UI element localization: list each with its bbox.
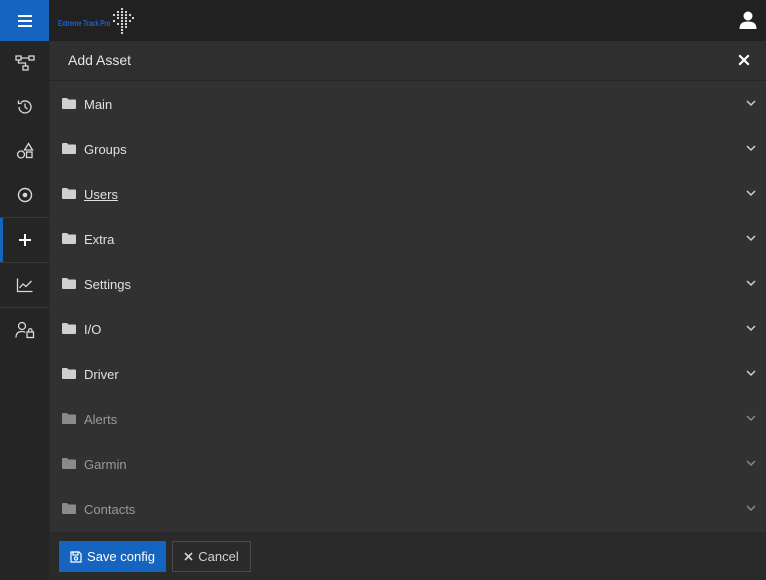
plus-icon <box>18 234 31 246</box>
folder-icon <box>62 323 76 334</box>
panel-header: Add Asset <box>50 41 766 81</box>
section-label: Groups <box>84 142 127 157</box>
chevron-down-icon <box>746 370 756 377</box>
close-icon <box>184 552 193 561</box>
section-label: Extra <box>84 232 115 247</box>
folder-icon <box>62 188 76 199</box>
user-lock-icon <box>14 321 34 339</box>
sidebar-item-user-access[interactable] <box>0 308 49 352</box>
section-alerts[interactable]: Alerts <box>50 396 766 441</box>
user-menu-button[interactable] <box>738 10 758 30</box>
panel-title: Add Asset <box>68 52 132 68</box>
app-root: Extreme Track Pro Add Asset Main Groups … <box>0 0 766 580</box>
section-extra[interactable]: Extra <box>50 216 766 261</box>
menu-button[interactable] <box>0 0 49 41</box>
chevron-down-icon <box>746 145 756 152</box>
folder-icon <box>62 368 76 379</box>
shapes-icon <box>16 142 34 159</box>
panel-footer: Save config Cancel <box>50 532 766 580</box>
folder-icon <box>62 233 76 244</box>
section-label: I/O <box>84 322 102 337</box>
folder-icon <box>62 503 76 514</box>
sidebar-item-target[interactable] <box>0 173 49 217</box>
chevron-down-icon <box>746 460 756 467</box>
chevron-down-icon <box>746 280 756 287</box>
chevron-down-icon <box>746 325 756 332</box>
section-label: Contacts <box>84 502 136 517</box>
section-list: Main Groups Users Extra Settings I/O Dri… <box>50 81 766 531</box>
chevron-down-icon <box>746 415 756 422</box>
section-groups[interactable]: Groups <box>50 126 766 171</box>
sidebar <box>0 41 49 580</box>
brand-logo[interactable]: Extreme Track Pro <box>58 6 138 36</box>
cancel-label: Cancel <box>198 549 239 564</box>
save-config-label: Save config <box>87 549 155 564</box>
network-icon <box>14 55 35 71</box>
user-icon <box>739 11 757 29</box>
cancel-button[interactable]: Cancel <box>172 541 251 572</box>
section-label: Main <box>84 97 113 112</box>
folder-icon <box>62 143 76 154</box>
floppy-disk-icon <box>70 550 82 563</box>
history-icon <box>17 100 32 114</box>
add-asset-panel: Add Asset Main Groups Users Extra Settin… <box>50 41 766 580</box>
section-garmin[interactable]: Garmin <box>50 441 766 486</box>
folder-icon <box>62 413 76 424</box>
sidebar-item-shapes[interactable] <box>0 129 49 173</box>
section-users[interactable]: Users <box>50 171 766 216</box>
section-label: Alerts <box>84 412 118 427</box>
close-icon[interactable] <box>737 53 751 67</box>
chevron-down-icon <box>746 505 756 512</box>
section-label: Driver <box>84 367 119 382</box>
chevron-down-icon <box>746 190 756 197</box>
chevron-down-icon <box>746 100 756 107</box>
sidebar-item-reports[interactable] <box>0 263 49 307</box>
save-config-button[interactable]: Save config <box>59 541 166 572</box>
section-label: Garmin <box>84 457 127 472</box>
folder-icon <box>62 278 76 289</box>
folder-icon <box>62 458 76 469</box>
sidebar-item-history[interactable] <box>0 85 49 129</box>
section-contacts[interactable]: Contacts <box>50 486 766 531</box>
logo-text: Extreme Track Pro <box>58 19 111 28</box>
hamburger-icon <box>17 14 32 27</box>
section-io[interactable]: I/O <box>50 306 766 351</box>
section-main[interactable]: Main <box>50 81 766 126</box>
folder-icon <box>62 98 76 109</box>
top-bar: Extreme Track Pro <box>0 0 766 41</box>
sidebar-item-network[interactable] <box>0 41 49 85</box>
logo-dots-icon <box>112 7 135 35</box>
section-driver[interactable]: Driver <box>50 351 766 396</box>
section-label: Users <box>84 187 118 202</box>
section-settings[interactable]: Settings <box>50 261 766 306</box>
sidebar-item-add[interactable] <box>0 218 49 262</box>
section-label: Settings <box>84 277 131 292</box>
chevron-down-icon <box>746 235 756 242</box>
target-icon <box>17 187 32 203</box>
chart-line-icon <box>16 278 32 293</box>
